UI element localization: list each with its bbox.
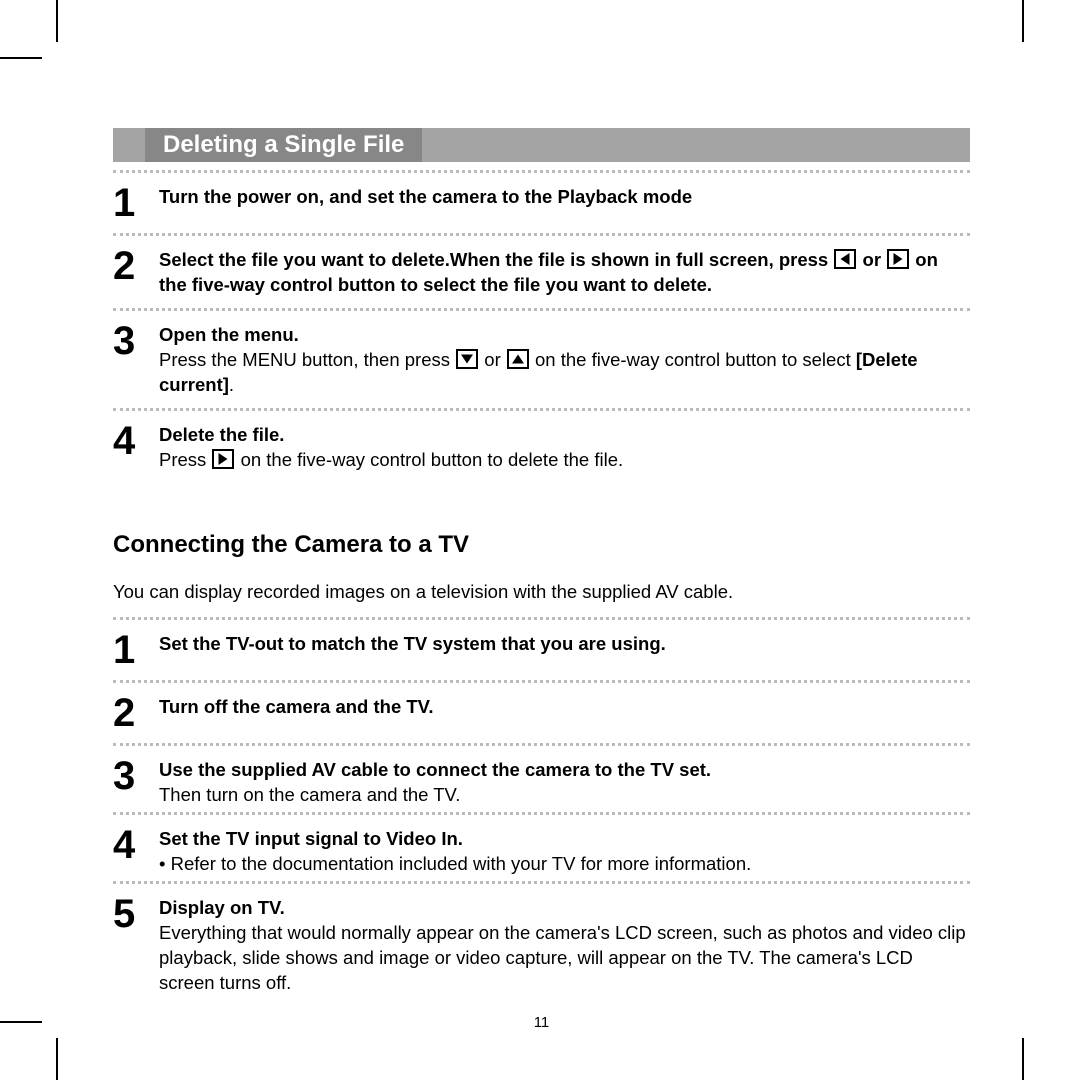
step-number: 2 [113, 244, 159, 286]
step: 4 Delete the file. Press on the five-way… [113, 411, 970, 483]
step-number: 1 [113, 181, 159, 223]
step-title-part: Select the file you want to delete.When … [159, 249, 833, 270]
step: 3 Open the menu. Press the MENU button, … [113, 311, 970, 408]
step-number: 4 [113, 823, 159, 865]
right-arrow-icon [887, 249, 909, 269]
step-body-part: . [229, 374, 234, 395]
page-number: 11 [113, 1014, 970, 1031]
step-body: • Refer to the documentation included wi… [159, 853, 751, 874]
down-arrow-icon [456, 349, 478, 369]
step: 5 Display on TV. Everything that would n… [113, 884, 970, 1006]
step-title: Turn off the camera and the TV. [159, 696, 433, 717]
step-number: 1 [113, 628, 159, 670]
right-arrow-icon [212, 449, 234, 469]
step-title: Display on TV. [159, 897, 285, 918]
subsection-heading: Connecting the Camera to a TV [113, 531, 970, 559]
step: 3 Use the supplied AV cable to connect t… [113, 746, 970, 812]
step: 1 Set the TV-out to match the TV system … [113, 620, 970, 680]
step-title: Turn the power on, and set the camera to… [159, 186, 692, 207]
step-number: 5 [113, 892, 159, 934]
step-title: Open the menu. [159, 324, 299, 345]
step-number: 2 [113, 691, 159, 733]
step-number: 4 [113, 419, 159, 461]
step: 2 Turn off the camera and the TV. [113, 683, 970, 743]
section-header-bar: Deleting a Single File [113, 128, 970, 162]
intro-text: You can display recorded images on a tel… [113, 581, 970, 603]
step-title-part: or [857, 249, 886, 270]
step: 1 Turn the power on, and set the camera … [113, 173, 970, 233]
left-arrow-icon [834, 249, 856, 269]
manual-page: Deleting a Single File 1 Turn the power … [113, 128, 970, 1031]
step-body: Then turn on the camera and the TV. [159, 784, 460, 805]
step-title: Use the supplied AV cable to connect the… [159, 759, 711, 780]
up-arrow-icon [507, 349, 529, 369]
section-title: Deleting a Single File [145, 128, 422, 162]
step: 2 Select the file you want to delete.Whe… [113, 236, 970, 308]
step-number: 3 [113, 319, 159, 361]
step-title: Set the TV input signal to Video In. [159, 828, 463, 849]
step-body: Everything that would normally appear on… [159, 922, 966, 993]
step-number: 3 [113, 754, 159, 796]
step-body-part: or [479, 349, 506, 370]
step-title: Set the TV-out to match the TV system th… [159, 633, 666, 654]
step: 4 Set the TV input signal to Video In. •… [113, 815, 970, 881]
step-body-part: on the five-way control button to select [530, 349, 856, 370]
step-title: Delete the file. [159, 424, 284, 445]
step-body-part: Press [159, 449, 211, 470]
step-body-part: on the five-way control button to delete… [235, 449, 623, 470]
step-body-part: Press the MENU button, then press [159, 349, 455, 370]
